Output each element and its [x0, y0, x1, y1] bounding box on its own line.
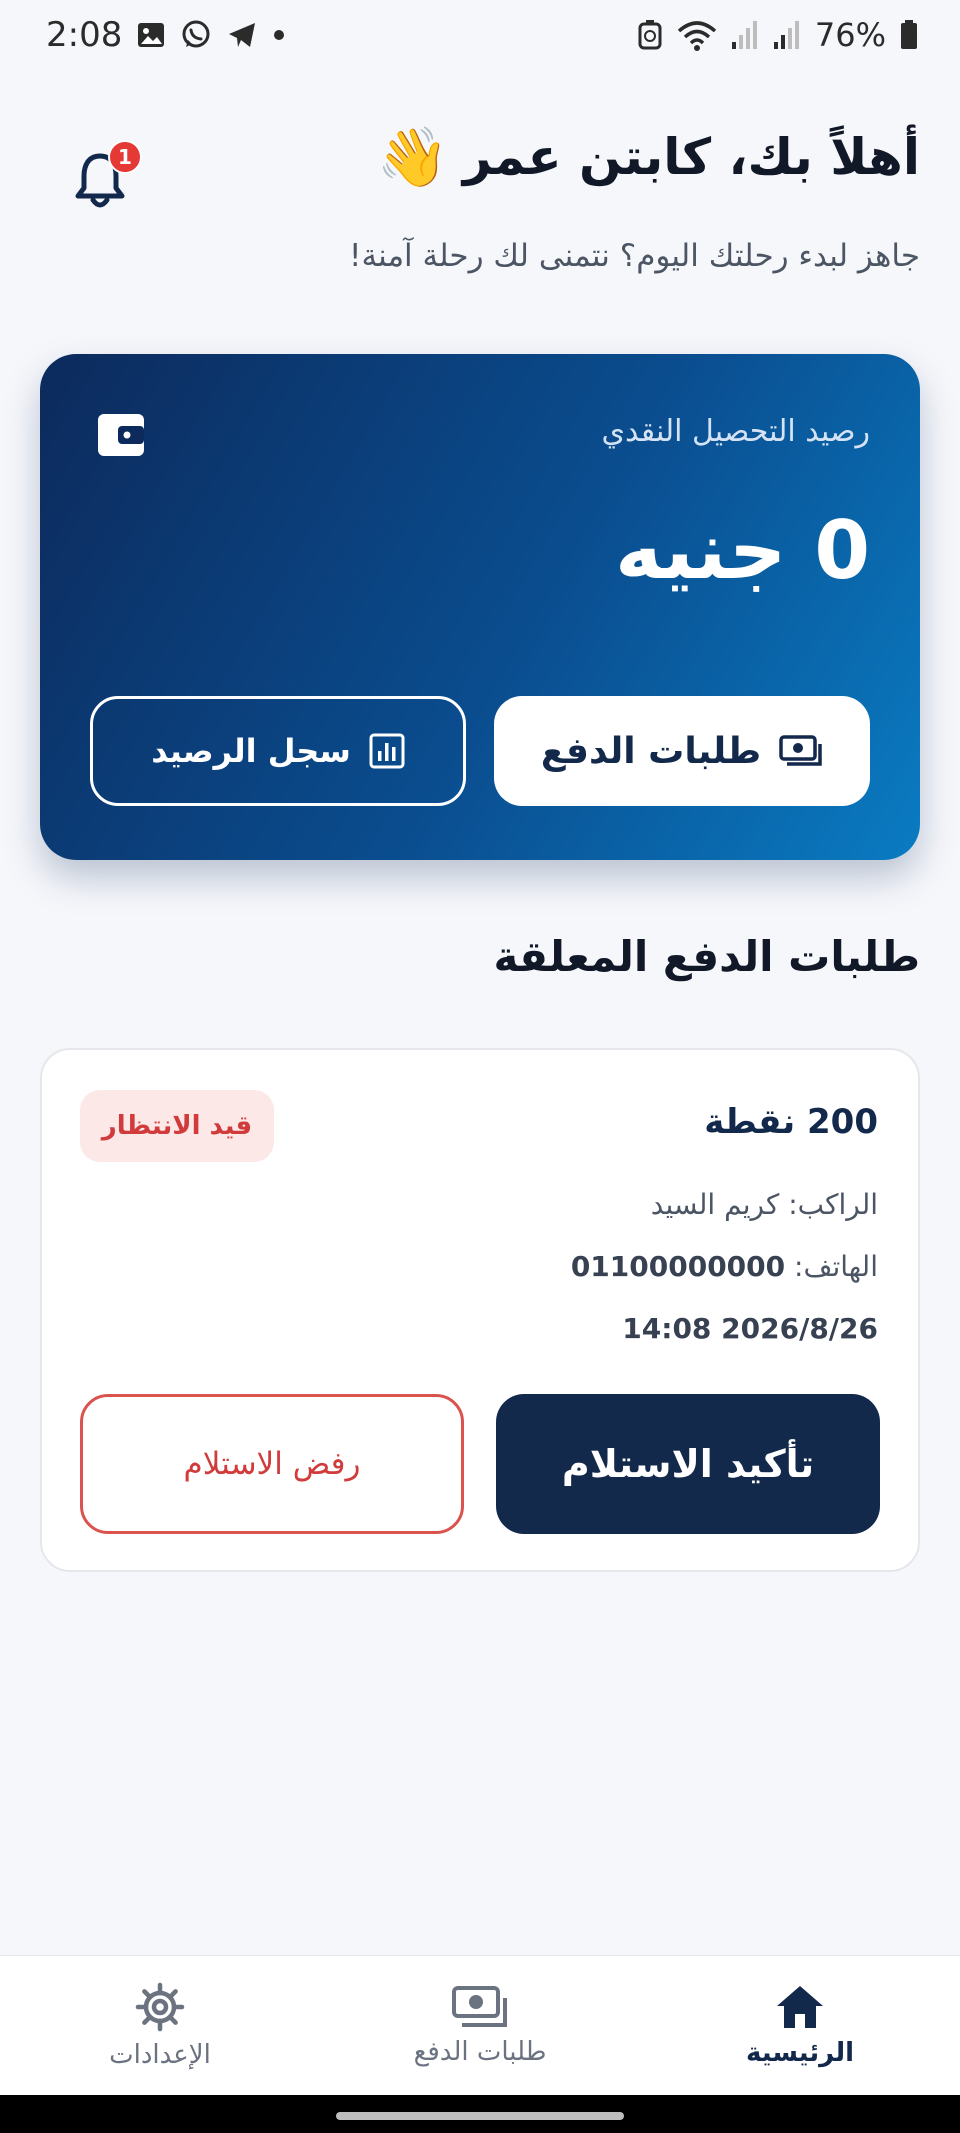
recycle-icon	[638, 20, 662, 50]
balance-amount: 0 جنيه	[614, 504, 870, 597]
home-icon	[777, 1985, 823, 2028]
gesture-navigation-area	[0, 2095, 960, 2133]
payment-requests-label: طلبات الدفع	[540, 730, 762, 772]
wallet-icon	[98, 414, 144, 456]
notification-button[interactable]: 1	[74, 140, 142, 210]
status-badge: قيد الانتظار	[80, 1090, 274, 1162]
balance-label: رصيد التحصيل النقدي	[601, 414, 870, 449]
greeting-subtitle: جاهز لبدء رحلتك اليوم؟ نتمنى لك رحلة آمن…	[349, 238, 920, 274]
notification-badge: 1	[108, 140, 142, 174]
payment-requests-button[interactable]: طلبات الدفع	[494, 696, 870, 806]
request-points: 200 نقطة	[704, 1102, 878, 1142]
chart-icon	[369, 733, 405, 769]
confirm-receipt-button[interactable]: تأكيد الاستلام	[496, 1394, 880, 1534]
wave-emoji: 👋	[376, 123, 449, 191]
rider-line: الراكب: كريم السيد	[651, 1188, 878, 1221]
balance-history-label: سجل الرصيد	[151, 732, 351, 770]
phone-label: الهاتف:	[794, 1250, 878, 1283]
telegram-icon	[229, 23, 256, 47]
phone-number: 01100000000	[570, 1250, 786, 1283]
battery-percent: 76%	[814, 16, 886, 54]
balance-card: رصيد التحصيل النقدي 0 جنيه طلبات الدفع س…	[40, 354, 920, 860]
nav-home-label: الرئيسية	[745, 2037, 855, 2068]
wifi-icon	[677, 21, 717, 51]
balance-history-button[interactable]: سجل الرصيد	[90, 696, 466, 806]
bottom-navigation: الرئيسية طلبات الدفع الإعدادات	[0, 1955, 960, 2095]
payment-request-card: 200 نقطة قيد الانتظار الراكب: كريم السيد…	[40, 1048, 920, 1572]
cash-icon	[452, 1985, 507, 2027]
greeting: أهلاً بك، كابتن عمر 👋	[377, 128, 920, 186]
status-bar-right: 76%	[637, 16, 918, 54]
gear-icon	[135, 1982, 185, 2031]
nav-payment-requests-label: طلبات الدفع	[413, 2036, 547, 2067]
phone-line: الهاتف: 01100000000	[571, 1250, 878, 1283]
dot-icon	[274, 30, 285, 40]
signal-icon	[773, 21, 799, 49]
cash-icon	[779, 735, 822, 766]
nav-item-settings[interactable]: الإعدادات	[0, 1956, 320, 2095]
datetime-line: 14:08 2026/8/26	[622, 1312, 878, 1345]
status-time: 2:08	[46, 15, 123, 55]
pending-requests-title: طلبات الدفع المعلقة	[493, 932, 920, 981]
whatsapp-icon	[182, 20, 210, 48]
status-bar: 2:08 76%	[0, 0, 960, 70]
signal-icon	[731, 21, 757, 49]
battery-icon	[901, 20, 917, 49]
rider-label: الراكب:	[788, 1188, 878, 1221]
nav-item-payment-requests[interactable]: طلبات الدفع	[320, 1956, 640, 2095]
nav-settings-label: الإعدادات	[109, 2039, 211, 2070]
nav-item-home[interactable]: الرئيسية	[640, 1956, 960, 2095]
home-gesture-handle[interactable]	[336, 2112, 624, 2120]
app-screen: 2:08 76% أهلاً بك، كابتن عمر 👋 جاهز لبدء…	[0, 0, 960, 2133]
reject-receipt-button[interactable]: رفض الاستلام	[80, 1394, 464, 1534]
gallery-icon	[138, 23, 165, 47]
rider-name: كريم السيد	[650, 1188, 780, 1221]
status-bar-left: 2:08	[46, 15, 286, 55]
greeting-text: أهلاً بك، كابتن عمر	[462, 128, 920, 186]
request-datetime: 14:08 2026/8/26	[622, 1312, 878, 1345]
